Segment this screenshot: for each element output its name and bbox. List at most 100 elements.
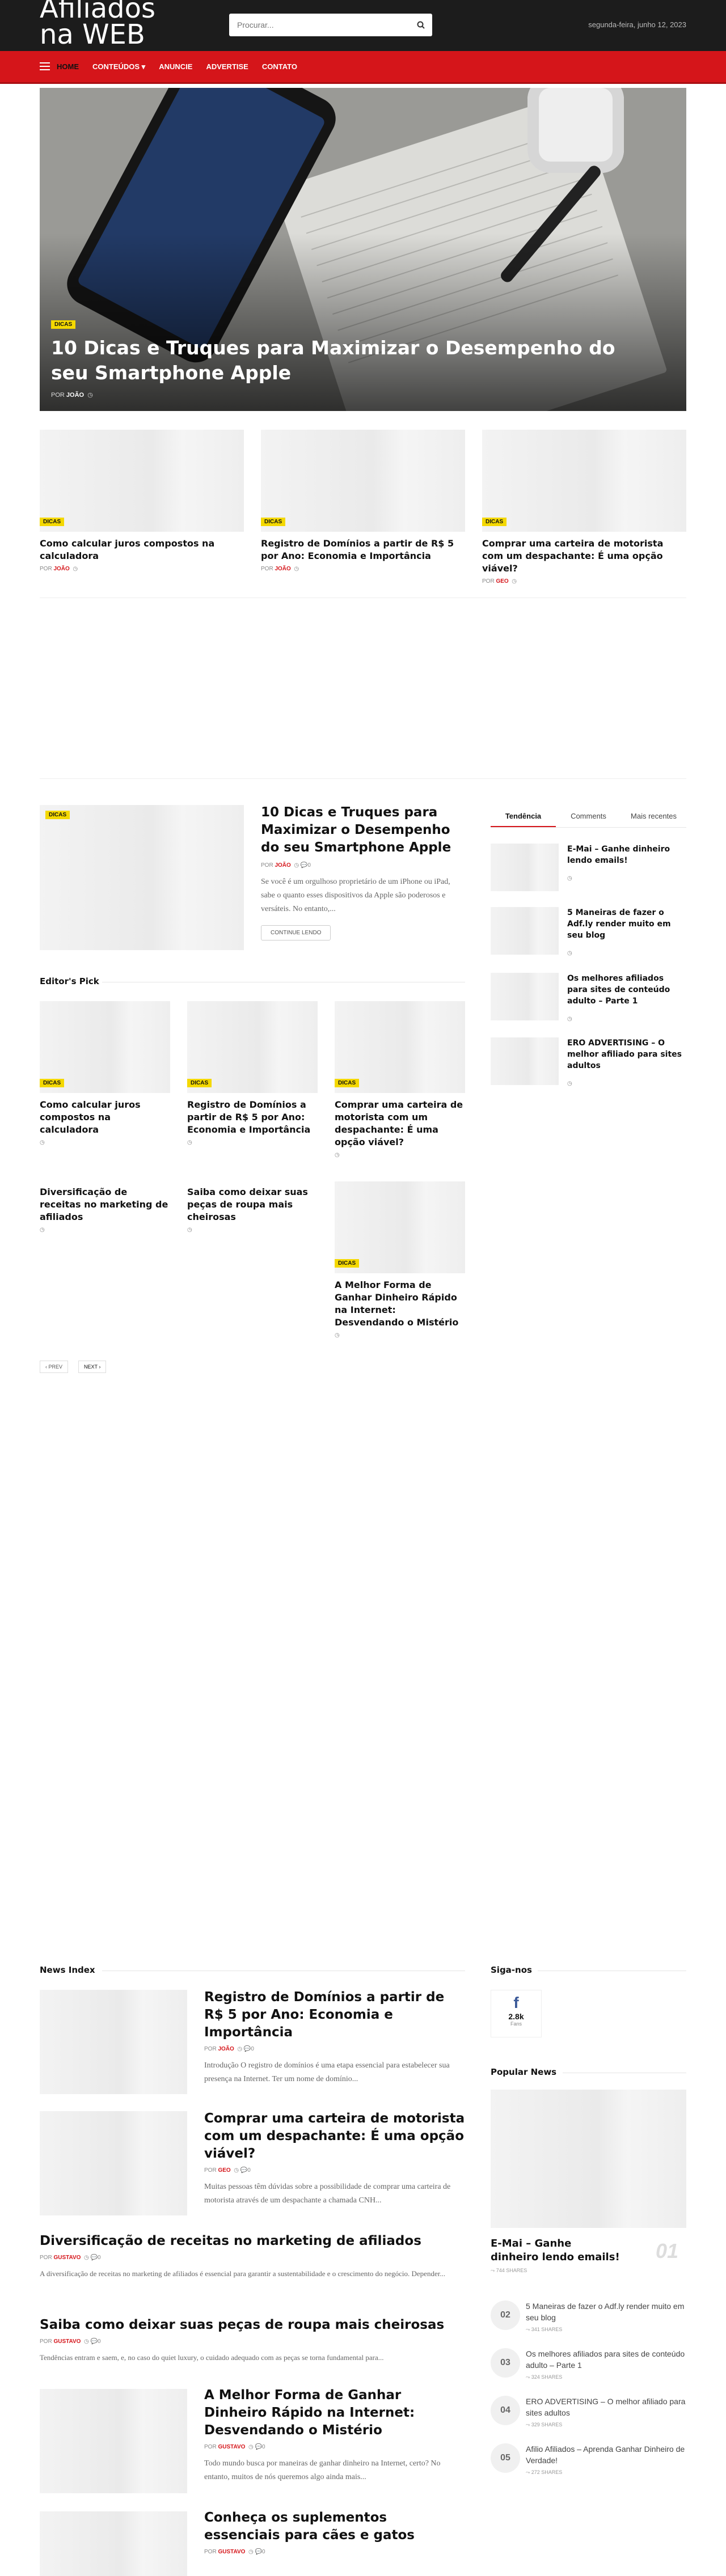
post-title[interactable]: Diversificação de receitas no marketing …: [40, 1186, 170, 1223]
post-title[interactable]: Os melhores afiliados para sites de cont…: [567, 973, 686, 1007]
post-title[interactable]: Diversificação de receitas no marketing …: [40, 2232, 465, 2250]
category-tag[interactable]: DICAS: [40, 1079, 65, 1087]
category-tag[interactable]: DICAS: [40, 518, 65, 526]
category-tag[interactable]: DICAS: [187, 1079, 212, 1087]
nav-item-conteudos[interactable]: CONTEÚDOS ▾: [92, 62, 145, 71]
post-thumbnail[interactable]: DICAS: [40, 805, 244, 950]
facebook-follow-button[interactable]: f 2.8k Fans: [491, 1990, 542, 2037]
author-link[interactable]: JOÃO: [275, 862, 290, 868]
post-title[interactable]: Comprar uma carteira de motorista com um…: [482, 537, 686, 575]
post-thumbnail[interactable]: [40, 2511, 187, 2576]
post-title[interactable]: Registro de Domínios a partir de R$ 5 po…: [261, 537, 465, 562]
post-title[interactable]: 10 Dicas e Truques para Maximizar o Dese…: [261, 804, 465, 857]
list-item[interactable]: Os melhores afiliados para sites de cont…: [491, 973, 686, 1024]
post-thumbnail[interactable]: DICAS: [40, 430, 244, 532]
list-item[interactable]: 5 Maneiras de fazer o Adf.ly render muit…: [491, 907, 686, 958]
search-icon[interactable]: [410, 14, 432, 36]
list-item[interactable]: 04 ERO ADVERTISING – O melhor afiliado pa…: [491, 2396, 686, 2435]
list-item[interactable]: ERO ADVERTISING – O melhor afiliado para…: [491, 1037, 686, 1088]
post-title[interactable]: ERO ADVERTISING – O melhor afiliado para…: [567, 1037, 686, 1071]
post-meta: POR JOÃO ◷ 💬0: [261, 862, 311, 868]
post-title[interactable]: Como calcular juros compostos na calcula…: [40, 1099, 170, 1136]
nav-item-contato[interactable]: CONTATO: [262, 62, 297, 71]
author-link[interactable]: JOÃO: [53, 566, 69, 572]
post-title[interactable]: A Melhor Forma de Ganhar Dinheiro Rápido…: [204, 2387, 465, 2439]
post-card[interactable]: Diversificação de receitas no marketing …: [40, 1180, 170, 1233]
post-thumbnail[interactable]: [491, 907, 559, 955]
post-thumbnail[interactable]: DICAS: [40, 1001, 170, 1093]
post-title[interactable]: ERO ADVERTISING – O melhor afiliado para…: [526, 2396, 686, 2418]
clock-icon: ◷: [235, 2046, 244, 2052]
post-thumbnail[interactable]: DICAS: [482, 430, 686, 532]
post-title[interactable]: Comprar uma carteira de motorista com um…: [335, 1099, 465, 1149]
list-item[interactable]: E-Mai – Ganhe dinheiro lendo emails! ◷: [491, 844, 686, 895]
post-card[interactable]: DICAS Como calcular juros compostos na c…: [40, 430, 244, 572]
post-title[interactable]: Registro de Domínios a partir de R$ 5 po…: [204, 1989, 465, 2041]
post-card[interactable]: DICAS A Melhor Forma de Ganhar Dinheiro …: [335, 1181, 465, 1338]
post-thumbnail[interactable]: DICAS: [335, 1001, 465, 1093]
post-card[interactable]: DICAS Registro de Domínios a partir de R…: [261, 430, 465, 572]
author-link[interactable]: JOÃO: [66, 392, 84, 399]
nav-item-advertise[interactable]: ADVERTISE: [206, 62, 248, 71]
post-card[interactable]: DICAS Comprar uma carteira de motorista …: [335, 1001, 465, 1158]
continue-reading-button[interactable]: CONTINUE LENDO: [261, 925, 331, 940]
post-title[interactable]: 5 Maneiras de fazer o Adf.ly render muit…: [567, 907, 686, 941]
post-title[interactable]: A Melhor Forma de Ganhar Dinheiro Rápido…: [335, 1279, 465, 1329]
tab-comments[interactable]: Comments: [556, 806, 621, 827]
category-tag[interactable]: DICAS: [482, 518, 507, 526]
post-card[interactable]: Saiba como deixar suas peças de roupa ma…: [187, 1180, 318, 1233]
nav-item-anuncie[interactable]: ANUNCIE: [159, 62, 192, 71]
prev-button[interactable]: ‹ PREV: [40, 1361, 69, 1373]
author-link[interactable]: JOÃO: [218, 2046, 234, 2052]
post-thumbnail[interactable]: DICAS: [187, 1001, 318, 1093]
category-tag[interactable]: DICAS: [51, 320, 76, 329]
hero-post[interactable]: DICAS 10 Dicas e Truques para Maximizar …: [40, 88, 686, 411]
post-title[interactable]: Saiba como deixar suas peças de roupa ma…: [40, 2316, 465, 2334]
site-logo[interactable]: Afiliados na WEB: [40, 0, 155, 48]
category-tag[interactable]: DICAS: [335, 1259, 360, 1268]
post-title[interactable]: Conheça os suplementos essenciais para c…: [204, 2509, 465, 2544]
post-thumbnail[interactable]: [491, 973, 559, 1020]
hero-title[interactable]: 10 Dicas e Truques para Maximizar o Dese…: [51, 336, 618, 385]
post-thumbnail[interactable]: [491, 844, 559, 891]
category-tag[interactable]: DICAS: [261, 518, 286, 526]
post-title[interactable]: Como calcular juros compostos na calcula…: [40, 537, 244, 562]
next-button[interactable]: NEXT ›: [78, 1361, 107, 1373]
post-thumbnail[interactable]: DICAS: [335, 1181, 465, 1273]
post-title[interactable]: Saiba como deixar suas peças de roupa ma…: [187, 1186, 318, 1223]
tab-mais-recentes[interactable]: Mais recentes: [621, 806, 686, 827]
menu-icon[interactable]: [40, 62, 50, 70]
nav-item-home[interactable]: HOME: [57, 62, 79, 71]
post-card[interactable]: DICAS Registro de Domínios a partir de R…: [187, 1001, 318, 1146]
post-card[interactable]: DICAS Como calcular juros compostos na c…: [40, 1001, 170, 1146]
category-tag[interactable]: DICAS: [335, 1079, 360, 1087]
share-count: ⤳ 272 SHARES: [526, 2469, 563, 2475]
author-link[interactable]: GUSTAVO: [53, 2338, 81, 2345]
post-title[interactable]: Registro de Domínios a partir de R$ 5 po…: [187, 1099, 318, 1136]
list-item[interactable]: 02 5 Maneiras de fazer o Adf.ly render mu…: [491, 2300, 686, 2340]
author-link[interactable]: JOÃO: [275, 566, 290, 572]
author-link[interactable]: GUSTAVO: [53, 2255, 81, 2261]
post-thumbnail[interactable]: [40, 2111, 187, 2215]
post-title[interactable]: E-Mai – Ganhe dinheiro lendo emails!: [491, 2237, 621, 2264]
author-link[interactable]: GEO: [218, 2167, 230, 2174]
author-link[interactable]: GUSTAVO: [218, 2549, 245, 2555]
list-item[interactable]: 03 Os melhores afiliados para sites de co…: [491, 2348, 686, 2388]
author-link[interactable]: GEO: [496, 578, 508, 584]
post-title[interactable]: Os melhores afiliados para sites de cont…: [526, 2348, 686, 2371]
post-thumbnail[interactable]: [491, 1037, 559, 1085]
search-input[interactable]: [229, 14, 410, 36]
list-item[interactable]: 05 Afilio Afiliados – Aprenda Ganhar Dinh…: [491, 2443, 686, 2483]
post-card[interactable]: DICAS Comprar uma carteira de motorista …: [482, 430, 686, 584]
tab-tendencia[interactable]: Tendência: [491, 806, 556, 827]
post-title[interactable]: 5 Maneiras de fazer o Adf.ly render muit…: [526, 2300, 686, 2323]
post-title[interactable]: E-Mai – Ganhe dinheiro lendo emails!: [567, 844, 686, 866]
post-thumbnail[interactable]: [491, 2090, 686, 2228]
author-link[interactable]: GUSTAVO: [218, 2444, 245, 2450]
post-thumbnail[interactable]: [40, 2389, 187, 2493]
category-tag[interactable]: DICAS: [45, 811, 70, 819]
post-title[interactable]: Afilio Afiliados – Aprenda Ganhar Dinhei…: [526, 2443, 686, 2466]
post-title[interactable]: Comprar uma carteira de motorista com um…: [204, 2110, 465, 2163]
post-thumbnail[interactable]: [40, 1990, 187, 2094]
post-thumbnail[interactable]: DICAS: [261, 430, 465, 532]
